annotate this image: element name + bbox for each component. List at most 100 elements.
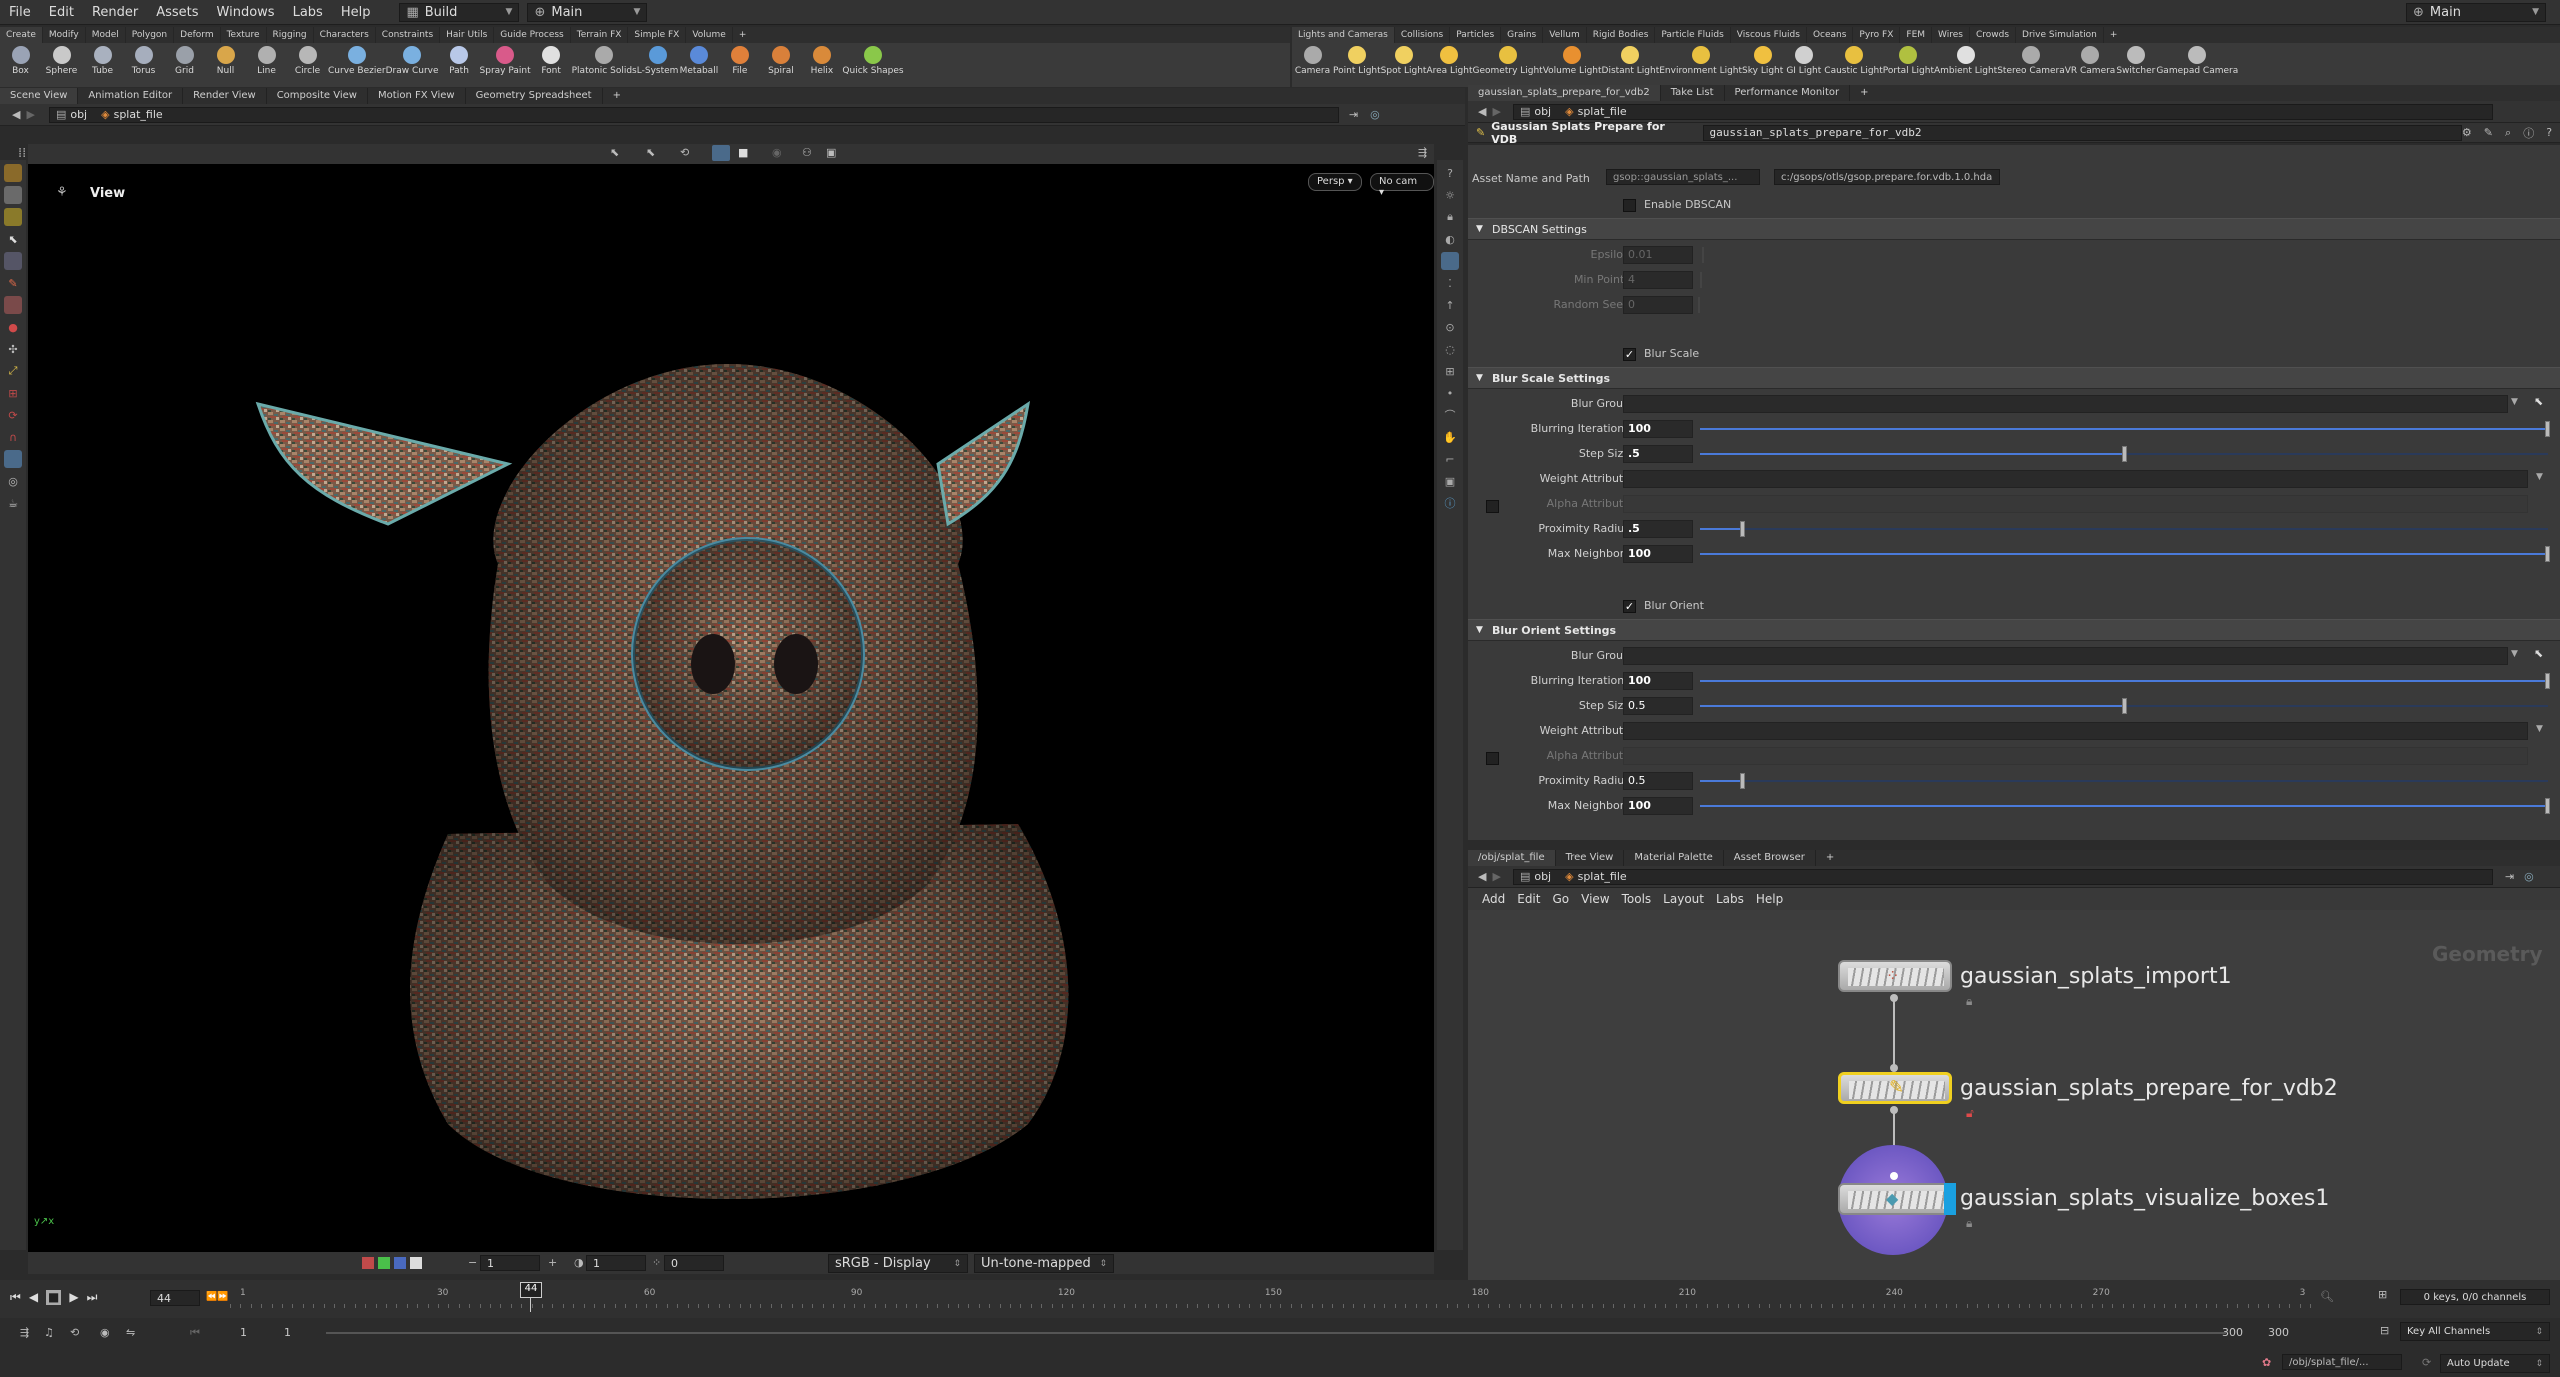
hand-icon[interactable]: ✋ (1441, 428, 1459, 446)
screenshot-icon[interactable]: ▣ (826, 146, 836, 159)
orient-max-neighbors-field[interactable]: 100 (1623, 797, 1693, 815)
light-icon[interactable]: ☼ (1441, 186, 1459, 204)
shelf-tab-constraints[interactable]: Constraints (376, 27, 441, 43)
shelf-tab-guide-process[interactable]: Guide Process (494, 27, 571, 43)
shelf-tool-caustic-light[interactable]: Caustic Light (1824, 43, 1883, 87)
back-arrow-icon[interactable]: ◀ (12, 108, 20, 121)
display-options-icon[interactable]: ⇶ (1418, 146, 1427, 159)
stop-icon[interactable]: ■ (46, 1290, 62, 1305)
tab-motion-fx-view[interactable]: Motion FX View (368, 88, 466, 104)
shelf-tool-draw-curve[interactable]: Draw Curve (386, 43, 439, 87)
menu-render[interactable]: Render (83, 0, 147, 25)
network-menu-add[interactable]: Add (1476, 887, 1511, 912)
tab-scene-view[interactable]: Scene View (0, 88, 79, 104)
record-icon[interactable]: ◉ (772, 146, 782, 159)
shelf-tool-path[interactable]: Path (439, 43, 480, 87)
scale-tool-icon[interactable]: ⤢ (4, 362, 22, 380)
frame-c-field[interactable]: 0 (664, 1255, 724, 1271)
key-icon[interactable]: ⊞ (2378, 1288, 2387, 1301)
orient-blur-group-field[interactable] (1623, 647, 2508, 665)
shelf-tool-camera[interactable]: Camera (1292, 43, 1333, 87)
asset-name-dropdown[interactable]: gsop::gaussian_splats_... (1606, 169, 1760, 185)
shelf-tool-area-light[interactable]: Area Light (1426, 43, 1473, 87)
ghost-icon[interactable]: ◌ (1441, 340, 1459, 358)
epsilon-slider[interactable] (1702, 247, 1704, 263)
random-seed-field[interactable]: 0 (1623, 296, 1693, 314)
blur-scale-checkbox[interactable]: ✓ (1623, 348, 1636, 361)
pin-icon[interactable]: ⇥ (1349, 108, 1358, 121)
path-field[interactable]: ▤ obj ◈ splat_file (1512, 868, 2493, 885)
select-tool-icon[interactable] (4, 164, 22, 182)
display-flag[interactable] (1944, 1183, 1956, 1215)
shelf-tab-terrain-fx[interactable]: Terrain FX (571, 27, 629, 43)
shelf-tool-curve-bezier[interactable]: Curve Bezier (328, 43, 386, 87)
min-points-slider[interactable] (1700, 272, 1702, 288)
shelf-tool-file[interactable]: File (719, 43, 760, 87)
refresh-icon[interactable]: ⟳ (2422, 1356, 2431, 1369)
tab-composite-view[interactable]: Composite View (267, 88, 368, 104)
color-swatch-icon[interactable] (410, 1257, 422, 1269)
network-menu-go[interactable]: Go (1546, 887, 1575, 912)
shelf-tool-metaball[interactable]: Metaball (678, 43, 719, 87)
epsilon-field[interactable]: 0.01 (1623, 246, 1693, 264)
menu-edit[interactable]: Edit (40, 0, 83, 25)
forward-arrow-icon[interactable]: ▶ (1492, 870, 1500, 883)
snap-icon[interactable] (712, 145, 730, 161)
step-keys-icon[interactable]: ⏪⏩ (206, 1292, 228, 1302)
random-seed-slider[interactable] (1698, 297, 1700, 313)
orient-blurring-iterations-slider[interactable] (1700, 673, 2550, 689)
shelf-tab-rigid-bodies[interactable]: Rigid Bodies (1587, 27, 1656, 43)
audio-icon[interactable]: ♫ (44, 1326, 54, 1339)
tab-asset-browser[interactable]: Asset Browser (1724, 850, 1816, 866)
transform-tool-icon[interactable]: ⊞ (4, 384, 22, 402)
shelf-tab-wires[interactable]: Wires (1932, 27, 1970, 43)
shelf-tab-characters[interactable]: Characters (314, 27, 376, 43)
shelf-tab-particles[interactable]: Particles (1450, 27, 1502, 43)
select-icon[interactable]: ⬉ (646, 146, 655, 159)
points-icon[interactable]: ⁚ (1441, 274, 1459, 292)
paint-tool-icon[interactable] (4, 296, 22, 314)
shelf-tab-pyro-fx[interactable]: Pyro FX (1853, 27, 1901, 43)
tab-gaussian-splats-prepare-for-vdb2[interactable]: gaussian_splats_prepare_for_vdb2 (1468, 85, 1661, 101)
shelf-tab-grains[interactable]: Grains (1501, 27, 1544, 43)
menu-windows[interactable]: Windows (208, 0, 284, 25)
shelf-tool-box[interactable]: Box (0, 43, 41, 87)
node-name-field[interactable]: gaussian_splats_prepare_for_vdb2 (1702, 124, 2462, 141)
range-slider[interactable] (326, 1332, 2226, 1334)
range-start-icon[interactable]: ⏮ (190, 1326, 200, 1340)
chevron-down-icon[interactable]: ▼ (2511, 649, 2518, 659)
chevron-down-icon[interactable]: ▼ (2536, 724, 2543, 734)
select-arrow-icon[interactable]: ⬉ (2534, 395, 2543, 408)
lock-tool-icon[interactable] (4, 252, 22, 270)
shelf-tool-ambient-light[interactable]: Ambient Light (1934, 43, 1997, 87)
tools-icon[interactable]: ✎ (2484, 126, 2493, 139)
handle-tool-icon[interactable] (4, 208, 22, 226)
update-mode-dropdown[interactable]: Auto Update ⇕ (2440, 1354, 2550, 1373)
orient-blurring-iterations-field[interactable]: 100 (1623, 672, 1693, 690)
range-icon[interactable]: ⇋ (126, 1326, 135, 1339)
range-start-field[interactable]: 1 (240, 1326, 247, 1339)
shelf-tool-spray-paint[interactable]: Spray Paint (480, 43, 531, 87)
render-region-icon[interactable]: ◎ (4, 472, 22, 490)
desktop-dropdown[interactable]: ▦ Build ▼ (399, 2, 520, 22)
rotate-icon[interactable]: ⟲ (680, 146, 689, 159)
node-gaussian-splats-prepare-for-vdb2[interactable]: ✎ (1838, 1072, 1952, 1104)
current-frame-marker[interactable]: 44 (520, 1282, 542, 1298)
curve-icon[interactable]: ⌒ (1441, 406, 1459, 424)
blurring-iterations-slider[interactable] (1700, 421, 2550, 437)
lock-icon[interactable]: 🔒︎ (1966, 994, 1972, 1009)
color-swatch-icon[interactable] (378, 1257, 390, 1269)
pose-tool-icon[interactable] (4, 186, 22, 204)
shelf-tool-geometry-light[interactable]: Geometry Light (1473, 43, 1543, 87)
shelf-tool-null[interactable]: Null (205, 43, 246, 87)
shelf-tool-stereo-camera[interactable]: Stereo Camera (1997, 43, 2065, 87)
tab-performance-monitor[interactable]: Performance Monitor (1725, 85, 1851, 101)
camera-icon[interactable]: ⚇ (802, 146, 812, 159)
shelf-tool-distant-light[interactable]: Distant Light (1602, 43, 1659, 87)
shelf-tab-hair-utils[interactable]: Hair Utils (440, 27, 495, 43)
shelf-tab-create[interactable]: Create (0, 27, 43, 43)
select-mode-icon[interactable]: ⬉ (610, 146, 619, 159)
current-frame-field[interactable]: 44 (150, 1290, 200, 1306)
magnet-tool-icon[interactable]: ∩ (4, 428, 22, 446)
audio-icon[interactable]: 🔍︎ (2320, 1290, 2334, 1303)
